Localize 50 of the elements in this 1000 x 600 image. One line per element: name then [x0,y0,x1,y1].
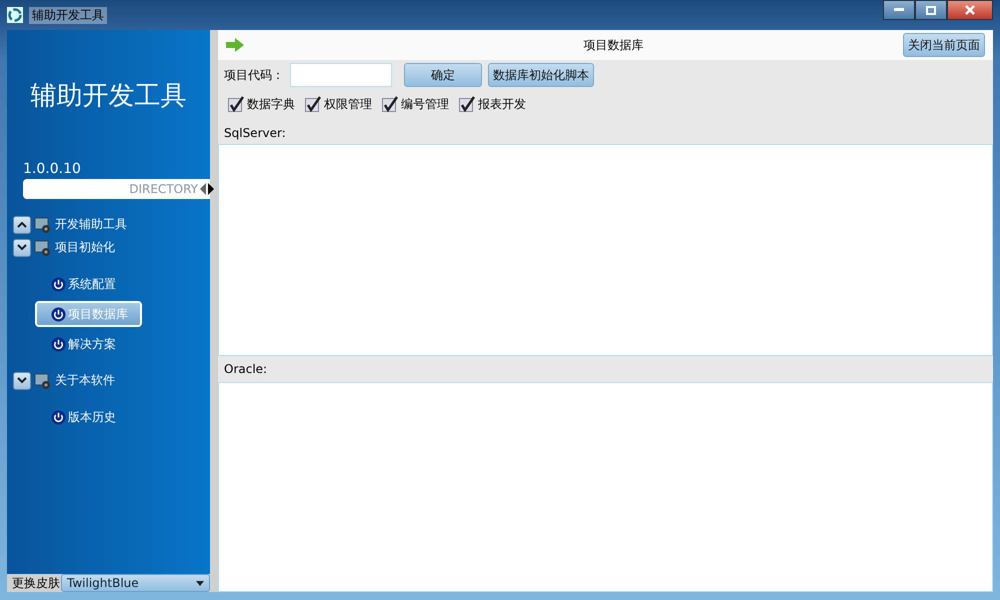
sqlserver-label: SqlServer: [223,125,287,142]
tree-group-item[interactable]: 关于本软件 [55,372,115,389]
tree-group-item[interactable]: 开发辅助工具 [55,216,127,233]
arrow-right-icon [226,38,244,52]
chevron-icon [17,221,27,228]
folder-gear-icon [34,372,52,390]
maximize-icon [926,6,936,14]
dropdown-caret-icon [196,580,204,586]
power-icon [51,306,66,322]
tree-item[interactable]: 系统配置 [35,271,130,297]
folder-gear-icon [34,238,52,256]
close-page-button[interactable]: 关闭当前页面 [903,33,985,57]
power-icon [51,276,66,292]
checkbox[interactable] [459,96,475,112]
confirm-button[interactable]: 确定 [404,63,482,87]
close-button[interactable] [947,0,993,20]
power-icon [51,410,66,424]
skin-label: 更换皮肤 [11,574,60,592]
tree-item[interactable]: 解决方案 [35,331,130,357]
checkbox-label: 权限管理 [324,96,372,112]
tree-item[interactable]: 版本历史 [35,404,130,430]
version-text: 1.0.0.10 [23,161,82,177]
checkbox[interactable] [382,96,398,112]
power-icon [51,336,66,352]
chevron-icon [17,377,27,384]
project-code-label: 项目代码： [224,66,284,84]
expand-toggle-button[interactable] [13,238,31,256]
checkbox-label: 报表开发 [478,96,526,112]
chevron-icon [17,244,27,251]
checkbox[interactable] [228,96,244,112]
oracle-label: Oracle: [223,361,268,378]
tree-group-item[interactable]: 项目初始化 [55,239,115,256]
init-script-button[interactable]: 数据库初始化脚本 [488,63,594,87]
project-code-field[interactable] [290,63,392,87]
skin-dropdown[interactable]: TwilightBlue [61,574,210,592]
page-title: 项目数据库 [584,36,644,54]
collapse-arrows-icon[interactable] [200,183,214,195]
expand-toggle-button[interactable] [13,216,31,234]
app-logo-icon [7,7,23,23]
minimize-button[interactable] [883,0,915,20]
checkbox-label: 数据字典 [247,96,295,112]
checkbox[interactable] [305,96,321,112]
window-title: 辅助开发工具 [29,6,107,24]
expand-toggle-button[interactable] [13,372,31,390]
checkbox-label: 编号管理 [401,96,449,112]
maximize-button[interactable] [915,0,947,20]
close-icon [964,5,976,15]
app-title: 辅助开发工具 [30,80,188,113]
folder-gear-icon [34,216,52,234]
minimize-icon [894,8,904,12]
